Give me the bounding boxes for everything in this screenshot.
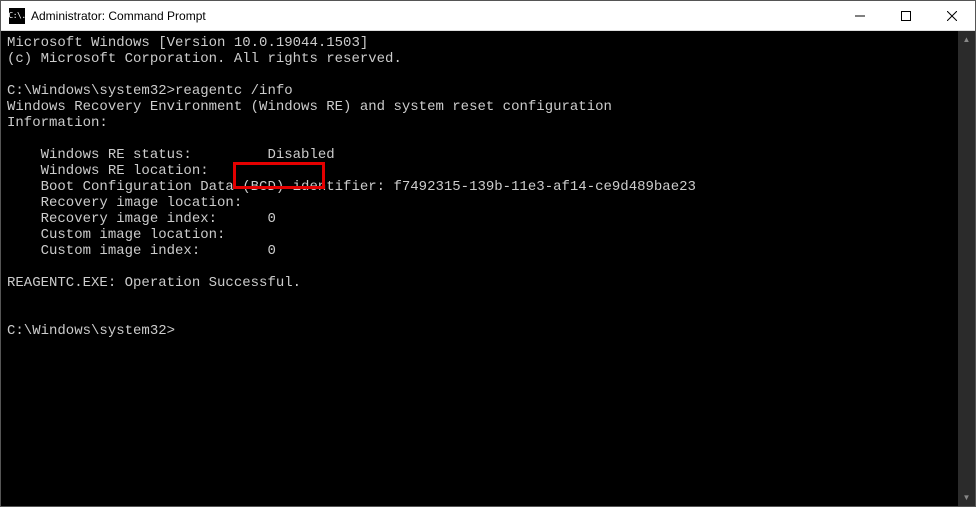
vertical-scrollbar[interactable]: ▲ ▼	[958, 31, 975, 506]
close-button[interactable]	[929, 1, 975, 31]
re-status-label: Windows RE status:	[7, 147, 267, 163]
minimize-icon	[855, 11, 865, 21]
output-subheader: Information:	[7, 115, 108, 131]
scroll-down-arrow-icon[interactable]: ▼	[958, 489, 975, 506]
scroll-up-arrow-icon[interactable]: ▲	[958, 31, 975, 48]
command-prompt-window: C:\. Administrator: Command Prompt Micro…	[0, 0, 976, 507]
custom-image-index-row: Custom image index: 0	[7, 243, 276, 259]
prompt-path: C:\Windows\system32>	[7, 323, 175, 339]
output-header: Windows Recovery Environment (Windows RE…	[7, 99, 612, 115]
operation-result: REAGENTC.EXE: Operation Successful.	[7, 275, 301, 291]
minimize-button[interactable]	[837, 1, 883, 31]
command-input: reagentc /info	[175, 83, 293, 99]
maximize-button[interactable]	[883, 1, 929, 31]
version-line: Microsoft Windows [Version 10.0.19044.15…	[7, 35, 368, 51]
terminal-output[interactable]: Microsoft Windows [Version 10.0.19044.15…	[1, 31, 958, 506]
title-bar[interactable]: C:\. Administrator: Command Prompt	[1, 1, 975, 31]
close-icon	[947, 11, 957, 21]
recovery-image-index-row: Recovery image index: 0	[7, 211, 276, 227]
re-status-value: Disabled	[267, 147, 334, 163]
content-area: Microsoft Windows [Version 10.0.19044.15…	[1, 31, 975, 506]
window-title: Administrator: Command Prompt	[31, 9, 206, 23]
cmd-icon: C:\.	[9, 8, 25, 24]
re-location-row: Windows RE location:	[7, 163, 209, 179]
copyright-line: (c) Microsoft Corporation. All rights re…	[7, 51, 402, 67]
bcd-row: Boot Configuration Data (BCD) identifier…	[7, 179, 696, 195]
recovery-image-location-row: Recovery image location:	[7, 195, 242, 211]
maximize-icon	[901, 11, 911, 21]
custom-image-location-row: Custom image location:	[7, 227, 225, 243]
prompt-path: C:\Windows\system32>	[7, 83, 175, 99]
